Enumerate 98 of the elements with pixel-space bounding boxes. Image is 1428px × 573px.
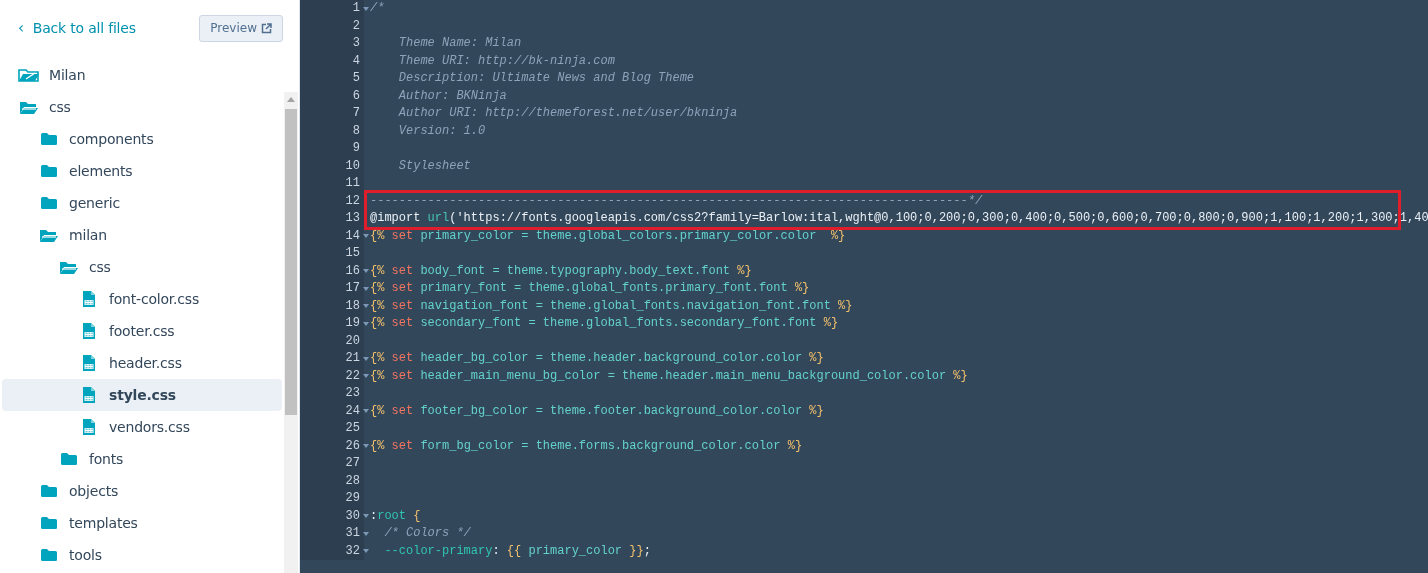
line-number: 19	[344, 315, 361, 332]
code-line: :root {	[370, 507, 421, 525]
line-number: 23	[344, 385, 361, 402]
fold-icon[interactable]	[363, 356, 369, 361]
line-number: 24	[344, 402, 361, 420]
line-number: 20	[344, 332, 361, 350]
folder-icon	[38, 516, 60, 530]
code-line: Theme Name: Milan	[397, 35, 522, 52]
line-number: 27	[344, 455, 361, 472]
tree-item[interactable]: css	[2, 91, 282, 123]
line-number: 8	[351, 122, 361, 140]
back-link[interactable]: ‹ Back to all files	[18, 19, 136, 37]
code-line: -----------------------------------------------------------------------------------*/	[370, 192, 983, 210]
fold-icon[interactable]	[363, 549, 369, 554]
line-number: 30	[344, 507, 361, 525]
tree-item[interactable]: footer.css	[2, 315, 282, 347]
code-line: Author URI: http://themeforest.net/user/bkninja	[397, 105, 738, 122]
code-line: {% set secondary_font = theme.global_fonts.secondary_font.font %}	[370, 315, 839, 332]
line-number: 7	[351, 105, 361, 122]
line-number: 14	[344, 227, 361, 245]
code-line: {% set navigation_font = theme.global_fonts.navigation_font.font %}	[370, 297, 853, 315]
folder-icon	[38, 164, 60, 178]
fold-icon[interactable]	[363, 514, 369, 519]
folder-icon	[38, 548, 60, 562]
preview-button[interactable]: Preview	[199, 14, 283, 42]
line-number: 21	[344, 350, 361, 367]
fold-icon[interactable]	[363, 409, 369, 414]
fold-icon[interactable]	[363, 531, 369, 536]
line-number: 2	[351, 17, 361, 35]
line-number: 4	[351, 52, 361, 70]
open-folder-icon	[58, 259, 80, 275]
tree-item[interactable]: templates	[2, 507, 282, 539]
line-number: 28	[344, 472, 361, 490]
tree-item[interactable]: tools	[2, 539, 282, 571]
tree-item[interactable]: Milan	[2, 59, 282, 91]
open-folder-icon	[18, 99, 40, 115]
folder-icon	[58, 452, 80, 466]
code-line: Description: Ultimate News and Blog Theme	[397, 70, 695, 87]
code-line: Version: 1.0	[397, 122, 486, 140]
code-line: {% set footer_bg_color = theme.footer.background_color.color %}	[370, 402, 824, 420]
fold-icon[interactable]	[363, 286, 369, 291]
line-number: 17	[344, 280, 361, 297]
fold-icon[interactable]	[363, 6, 369, 11]
code-line: Theme URI: http://bk-ninja.com	[397, 52, 615, 70]
code-line: {% set header_main_menu_bg_color = theme.header.main_menu_background_color.color %}	[370, 367, 968, 385]
line-number: 22	[344, 367, 361, 385]
tree-item[interactable]: milan	[2, 219, 282, 251]
line-number: 29	[344, 490, 361, 507]
external-link-icon	[261, 22, 272, 34]
open-folder-icon	[38, 227, 60, 243]
tree-item[interactable]: elements	[2, 155, 282, 187]
line-number: 18	[344, 297, 361, 315]
arrow-up-icon[interactable]	[287, 97, 295, 102]
line-number: 9	[351, 140, 361, 157]
code-line: {% set form_bg_color = theme.forms.background_color.color %}	[370, 437, 803, 455]
code-line: --color-primary: {{ primary_color }};	[383, 542, 651, 560]
code-line: Author: BKNinja	[397, 87, 507, 105]
tree-item[interactable]: css	[2, 251, 282, 283]
line-number: 26	[344, 437, 361, 455]
tree-item[interactable]: header.css	[2, 347, 282, 379]
line-number: 12	[344, 192, 361, 210]
line-number: 13	[344, 210, 361, 227]
tree-item[interactable]: generic	[2, 187, 282, 219]
code-line: /* Colors */	[383, 525, 471, 542]
fold-icon[interactable]	[363, 304, 369, 309]
fold-icon[interactable]	[363, 269, 369, 274]
tree-item[interactable]: vendors.css	[2, 411, 282, 443]
scrollbar[interactable]	[284, 92, 298, 573]
folder-icon	[38, 196, 60, 210]
line-number: 16	[344, 262, 361, 280]
tree-item[interactable]: objects	[2, 475, 282, 507]
line-number: 1	[351, 0, 361, 17]
code-line: {% set header_bg_color = theme.header.background_color.color %}	[370, 350, 824, 367]
tree-item[interactable]: style.css	[2, 379, 282, 411]
tree-item[interactable]: fonts	[2, 443, 282, 475]
line-number: 15	[344, 245, 361, 262]
code-line: {% set primary_font = theme.global_fonts.primary_font.font %}	[370, 280, 810, 297]
tree-item[interactable]: components	[2, 123, 282, 155]
theme-folder-icon	[18, 67, 40, 83]
line-number: 31	[344, 525, 361, 542]
line-number: 32	[344, 542, 361, 560]
line-number: 5	[351, 70, 361, 87]
line-number: 11	[344, 175, 361, 192]
code-line: {% set primary_color = theme.global_colors.primary_color.color %}	[370, 227, 846, 245]
line-number: 10	[344, 157, 361, 175]
line-number: 25	[344, 420, 361, 437]
code-line: {% set body_font = theme.typography.body_text.font %}	[370, 262, 752, 280]
folder-icon	[38, 132, 60, 146]
tree-item[interactable]: font-color.css	[2, 283, 282, 315]
code-line: /*	[370, 0, 385, 17]
fold-icon[interactable]	[363, 321, 369, 326]
line-number: 3	[351, 35, 361, 52]
line-number: 6	[351, 87, 361, 105]
fold-icon[interactable]	[363, 374, 369, 379]
fold-icon[interactable]	[363, 444, 369, 449]
code-line: Stylesheet	[397, 157, 471, 175]
fold-icon[interactable]	[363, 234, 369, 239]
folder-icon	[38, 484, 60, 498]
